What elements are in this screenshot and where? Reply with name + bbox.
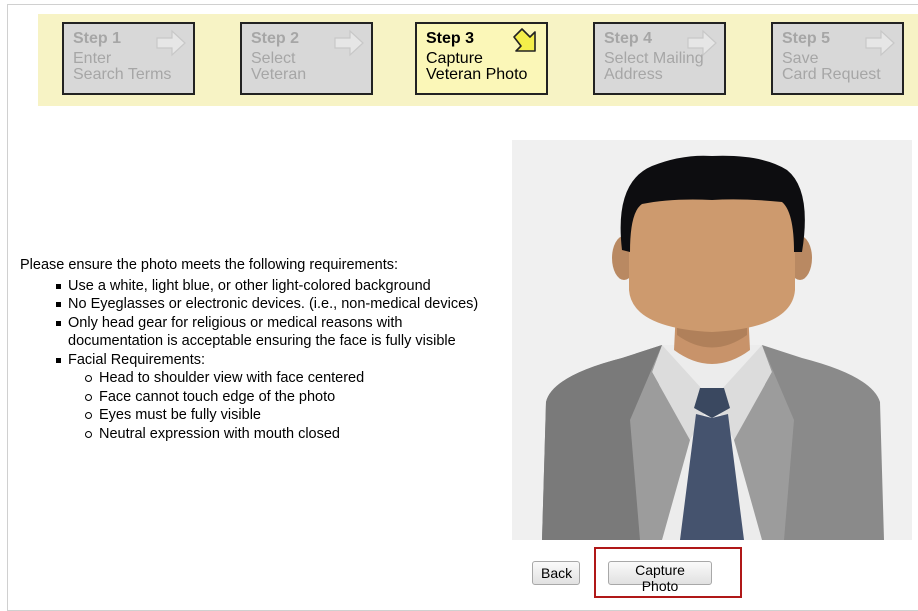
step-4-select-mailing-address: Step 4 Select Mailing Address bbox=[593, 22, 726, 95]
capture-photo-highlight bbox=[594, 547, 742, 598]
arrow-right-icon bbox=[156, 29, 186, 57]
photo-requirements: Please ensure the photo meets the follow… bbox=[20, 256, 500, 443]
requirement-item: Only head gear for religious or medical … bbox=[56, 314, 500, 351]
veteran-photo-preview bbox=[512, 140, 912, 540]
facial-requirement-item: Eyes must be fully visible bbox=[85, 406, 500, 425]
arrow-right-icon bbox=[865, 29, 895, 57]
facial-requirement-item: Face cannot touch edge of the photo bbox=[85, 388, 500, 407]
arrow-down-right-icon bbox=[513, 28, 536, 52]
requirement-item-facial: Facial Requirements: Head to shoulder vi… bbox=[56, 351, 500, 444]
step-1-enter-search-terms: Step 1 Enter Search Terms bbox=[62, 22, 195, 95]
step-description-line2: Card Request bbox=[782, 66, 881, 83]
requirements-intro: Please ensure the photo meets the follow… bbox=[20, 257, 399, 273]
step-description-line2: Veteran bbox=[251, 66, 307, 83]
arrow-right-icon bbox=[334, 29, 364, 57]
back-button[interactable]: Back bbox=[532, 561, 580, 585]
arrow-right-icon bbox=[687, 29, 717, 57]
placeholder-person-icon bbox=[512, 140, 912, 540]
step-5-save-card-request: Step 5 Save Card Request bbox=[771, 22, 904, 95]
wizard-steps-bar: Step 1 Enter Search Terms Step 2 Select … bbox=[38, 14, 918, 106]
facial-requirement-item: Neutral expression with mouth closed bbox=[85, 425, 500, 444]
requirement-item: No Eyeglasses or electronic devices. (i.… bbox=[56, 295, 500, 314]
step-description-line2: Veteran Photo bbox=[426, 66, 528, 83]
requirement-item-label: Facial Requirements: bbox=[68, 351, 205, 368]
requirement-item: Use a white, light blue, or other light-… bbox=[56, 277, 500, 296]
step-2-select-veteran: Step 2 Select Veteran bbox=[240, 22, 373, 95]
requirements-list: Use a white, light blue, or other light-… bbox=[20, 277, 500, 444]
step-3-capture-veteran-photo: Step 3 Capture Veteran Photo bbox=[415, 22, 548, 95]
facial-requirements-list: Head to shoulder view with face centered… bbox=[68, 369, 500, 443]
step-description-line2: Address bbox=[604, 66, 663, 83]
facial-requirement-item: Head to shoulder view with face centered bbox=[85, 369, 500, 388]
step-description-line2: Search Terms bbox=[73, 66, 172, 83]
